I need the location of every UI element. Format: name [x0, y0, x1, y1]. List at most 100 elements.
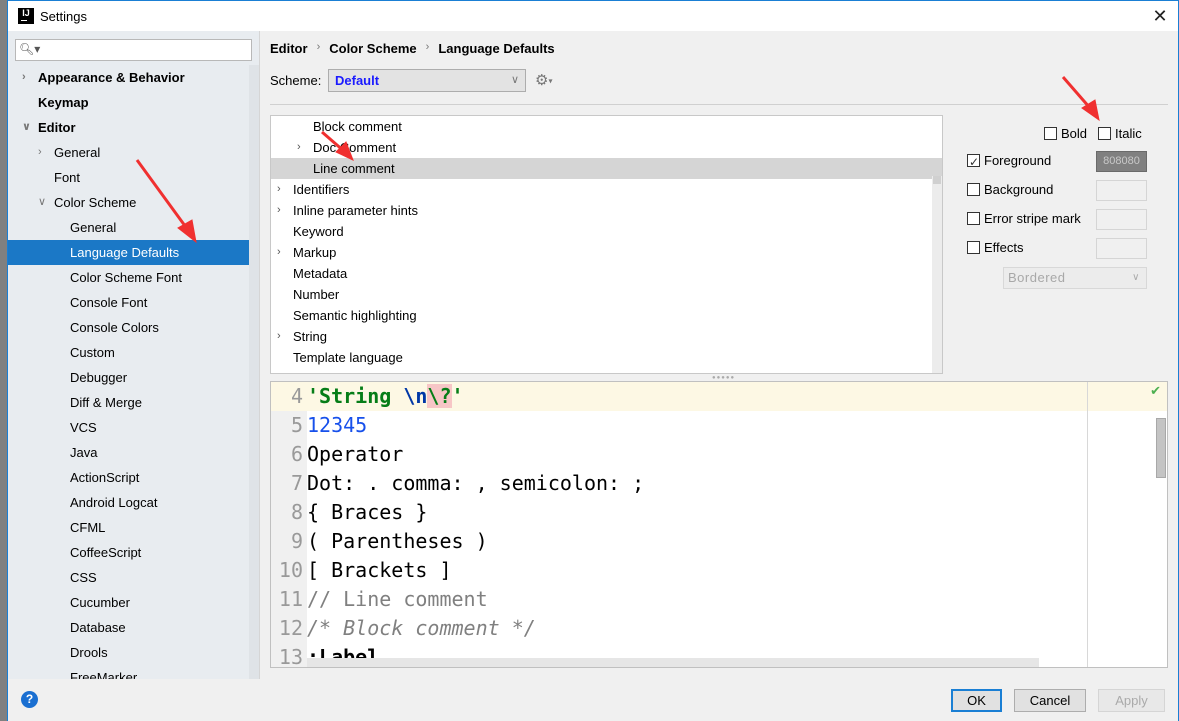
chevron-right-icon[interactable]: ›: [38, 140, 42, 165]
settings-content: Editor › Color Scheme › Language Default…: [259, 31, 1179, 679]
effects-type-value: Bordered: [1008, 270, 1066, 285]
preview-horizontal-scrollbar[interactable]: [307, 658, 1039, 667]
sidebar-item-label: Debugger: [70, 370, 128, 385]
sidebar-item-label: CoffeeScript: [70, 545, 142, 560]
background-color-swatch[interactable]: [1096, 180, 1147, 201]
italic-checkbox[interactable]: Italic: [1098, 124, 1142, 144]
attribute-tree-item[interactable]: › Doc Comment: [271, 137, 942, 158]
attribute-label: Identifiers: [293, 182, 350, 197]
sidebar-item[interactable]: General: [8, 215, 259, 240]
settings-search-input[interactable]: 🔍︎▾: [15, 39, 252, 61]
sidebar-item[interactable]: CSS: [8, 565, 259, 590]
checkbox-icon: [1098, 127, 1111, 141]
preview-vertical-scrollbar[interactable]: [1156, 418, 1166, 478]
search-icon: 🔍︎▾: [19, 42, 41, 56]
attribute-tree-item[interactable]: Metadata: [271, 263, 942, 284]
cancel-button[interactable]: Cancel: [1014, 689, 1086, 712]
sidebar-item-label: CSS: [70, 570, 97, 585]
attribute-tree-item[interactable]: › Inline parameter hints: [271, 200, 942, 221]
chevron-right-icon[interactable]: ›: [277, 242, 281, 263]
sidebar-item[interactable]: CFML: [8, 515, 259, 540]
sidebar-item[interactable]: Diff & Merge: [8, 390, 259, 415]
sidebar-item-label: CFML: [70, 520, 106, 535]
line-number: 13: [278, 645, 303, 668]
attribute-tree-item[interactable]: Number: [271, 284, 942, 305]
attribute-tree-item[interactable]: Semantic highlighting: [271, 305, 942, 326]
chevron-right-icon[interactable]: ›: [277, 179, 281, 200]
sidebar-item[interactable]: VCS: [8, 415, 259, 440]
sidebar-item[interactable]: Android Logcat: [8, 490, 259, 515]
chevron-right-icon[interactable]: ›: [277, 326, 281, 347]
chevron-right-icon[interactable]: ›: [277, 200, 281, 221]
sidebar-item[interactable]: Java: [8, 440, 259, 465]
sidebar-item[interactable]: Language Defaults: [8, 240, 259, 265]
code-preview[interactable]: 4 'String \n\?' 5 12345 6 Operator 7 Dot: . com…: [270, 381, 1168, 668]
sidebar-item[interactable]: FreeMarker: [8, 665, 259, 679]
italic-label: Italic: [1115, 126, 1142, 141]
background-checkbox[interactable]: Background: [967, 180, 1053, 200]
code-token: ( Parentheses ): [307, 529, 488, 553]
sidebar-item-label: Console Font: [70, 295, 148, 310]
effects-color-swatch[interactable]: [1096, 238, 1147, 259]
bold-label: Bold: [1061, 126, 1088, 141]
sidebar-item-label: Diff & Merge: [70, 395, 143, 410]
sidebar-item-label: Color Scheme Font: [70, 270, 182, 285]
chevron-right-icon[interactable]: ›: [22, 65, 26, 90]
inspection-ok-icon[interactable]: ✔: [1150, 384, 1161, 399]
sidebar-item[interactable]: Font: [8, 165, 259, 190]
sidebar-item[interactable]: Cucumber: [8, 590, 259, 615]
sidebar-item[interactable]: Drools: [8, 640, 259, 665]
attribute-properties: Bold Italic Foreground 808080 Background…: [950, 115, 1179, 315]
sidebar-item[interactable]: Debugger: [8, 365, 259, 390]
attribute-tree-item[interactable]: › String: [271, 326, 942, 347]
chevron-right-icon[interactable]: ›: [297, 137, 301, 158]
attribute-tree-scrollbar[interactable]: [932, 176, 942, 373]
breadcrumb-item: Color Scheme: [329, 41, 417, 56]
code-token: Operator: [307, 442, 404, 466]
checkbox-icon: [967, 183, 980, 197]
help-button[interactable]: ?: [21, 691, 38, 708]
attribute-tree-item[interactable]: Line comment: [271, 158, 942, 179]
sidebar-item[interactable]: Color Scheme Font: [8, 265, 259, 290]
attribute-tree-item[interactable]: Keyword: [271, 221, 942, 242]
intellij-app-icon: IJ: [18, 8, 34, 24]
attribute-tree-item[interactable]: › Identifiers: [271, 179, 942, 200]
line-number: 9: [290, 529, 303, 553]
bold-checkbox[interactable]: Bold: [1044, 124, 1087, 144]
sidebar-item-label: Cucumber: [70, 595, 130, 610]
effects-checkbox[interactable]: Effects: [967, 238, 1024, 258]
sidebar-item[interactable]: CoffeeScript: [8, 540, 259, 565]
sidebar-item[interactable]: › General: [8, 140, 259, 165]
scheme-dropdown[interactable]: Default ∨: [328, 69, 526, 92]
foreground-color-swatch[interactable]: 808080: [1096, 151, 1147, 172]
sidebar-item[interactable]: Keymap: [8, 90, 259, 115]
attribute-tree-item[interactable]: Block comment: [271, 116, 942, 137]
attribute-tree-item[interactable]: › Markup: [271, 242, 942, 263]
sidebar-item[interactable]: Database: [8, 615, 259, 640]
effects-type-dropdown[interactable]: Bordered ∨: [1003, 267, 1147, 289]
foreground-checkbox[interactable]: Foreground: [967, 151, 1051, 172]
ok-button[interactable]: OK: [951, 689, 1002, 712]
sidebar-item[interactable]: ∨ Editor: [8, 115, 259, 140]
apply-button[interactable]: Apply: [1098, 689, 1165, 712]
chevron-down-icon[interactable]: ∨: [38, 190, 46, 215]
sidebar-item[interactable]: Custom: [8, 340, 259, 365]
code-line: 4 'String \n\?': [271, 382, 1087, 411]
error-stripe-color-swatch[interactable]: [1096, 209, 1147, 230]
sidebar-item[interactable]: Console Font: [8, 290, 259, 315]
error-stripe-checkbox[interactable]: Error stripe mark: [967, 209, 1081, 229]
code-token: { Braces }: [307, 500, 428, 524]
error-stripe-label: Error stripe mark: [984, 211, 1081, 226]
sidebar-item[interactable]: Console Colors: [8, 315, 259, 340]
sidebar-item[interactable]: › Appearance & Behavior: [8, 65, 259, 90]
gear-icon[interactable]: ⚙▾: [535, 71, 552, 89]
sidebar-item[interactable]: ActionScript: [8, 465, 259, 490]
chevron-down-icon[interactable]: ∨: [22, 115, 31, 140]
sidebar-scrollbar[interactable]: [249, 65, 259, 679]
title-bar: IJ Settings ✕: [8, 1, 1178, 31]
close-button[interactable]: ✕: [1150, 6, 1170, 26]
attribute-tree-item[interactable]: Template language: [271, 347, 942, 368]
sidebar-item[interactable]: ∨ Color Scheme: [8, 190, 259, 215]
scheme-value: Default: [335, 73, 380, 88]
code-token: ': [451, 384, 464, 408]
